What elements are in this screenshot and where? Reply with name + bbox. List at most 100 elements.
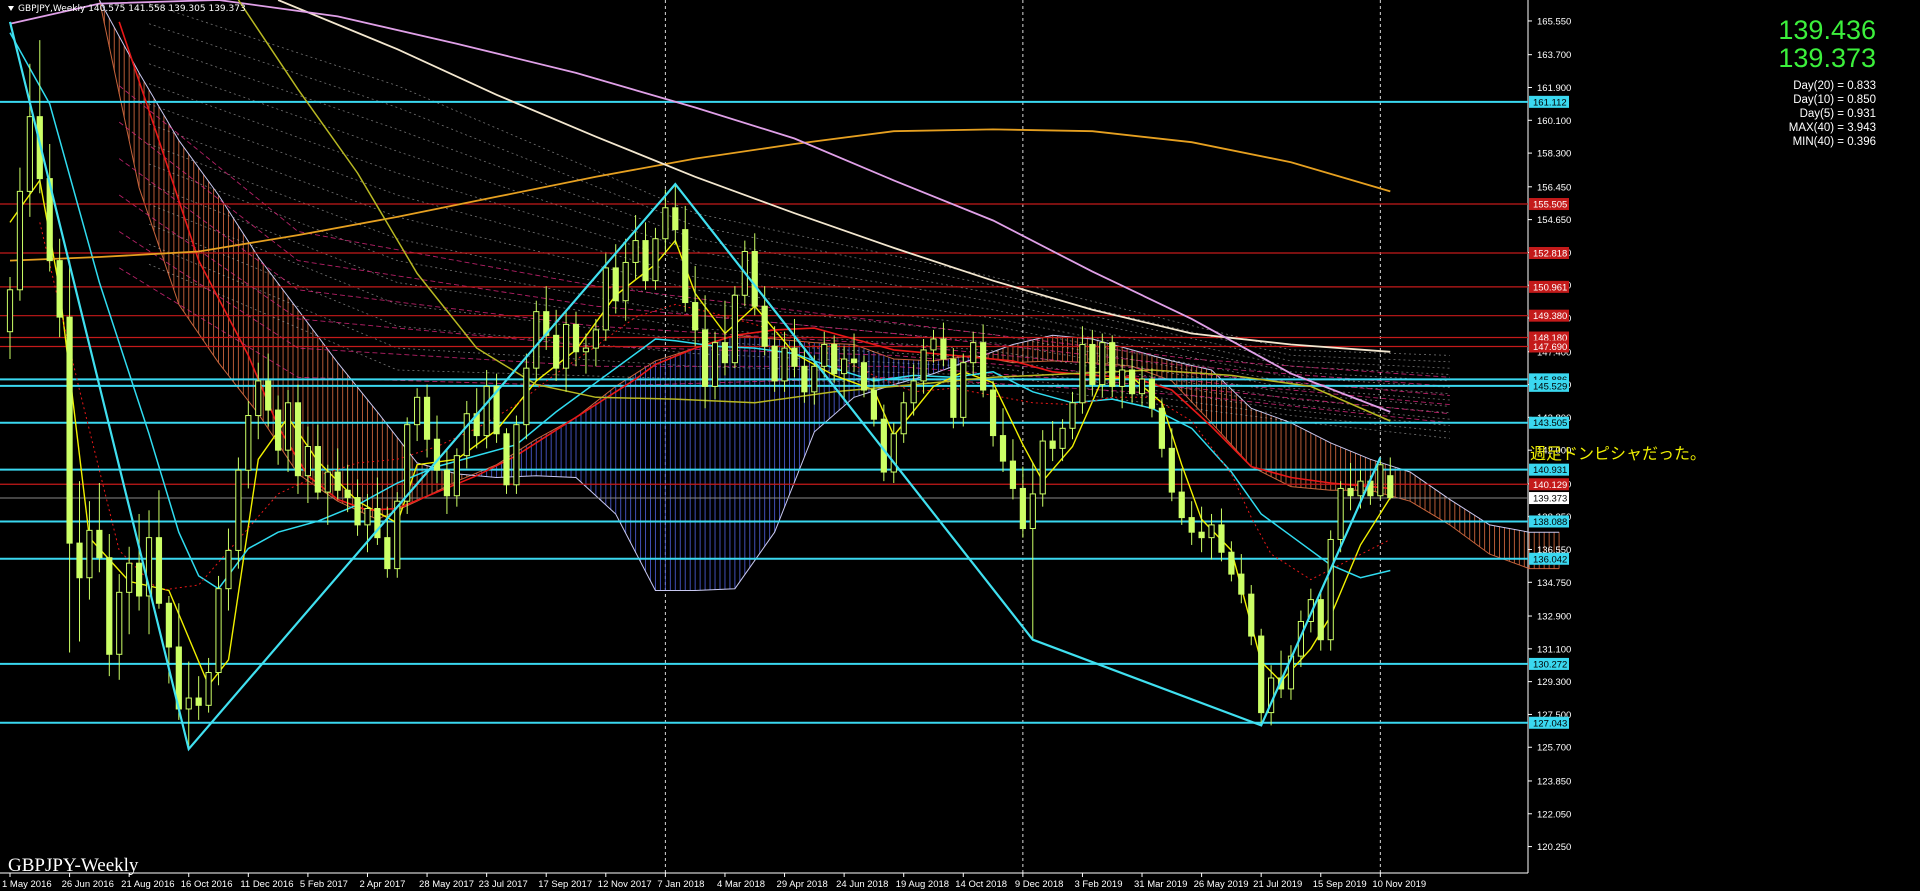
candle-body-down bbox=[1188, 517, 1195, 533]
candle-body-down bbox=[265, 380, 272, 411]
candle-body-down bbox=[314, 446, 321, 493]
indicator-ma-white bbox=[277, 0, 1391, 353]
candle bbox=[275, 395, 282, 465]
candle-body-down bbox=[860, 362, 868, 391]
candle bbox=[225, 528, 232, 611]
y-tick-label: 158.300 bbox=[1537, 149, 1571, 160]
candle-body-down bbox=[155, 537, 163, 604]
candle-body-up bbox=[1138, 378, 1146, 395]
y-tick-label: 125.700 bbox=[1537, 743, 1571, 754]
candle-body-up bbox=[562, 323, 570, 369]
candle-body-up bbox=[622, 261, 629, 302]
candle-body-down bbox=[870, 389, 878, 420]
price-level-label: 130.272 bbox=[1533, 659, 1567, 670]
candle-body-up bbox=[731, 294, 738, 364]
envelope-line bbox=[148, 83, 1450, 382]
candle-body-up bbox=[652, 238, 659, 282]
candle bbox=[16, 167, 24, 301]
candle bbox=[960, 353, 967, 427]
x-tick-label: 23 Jul 2017 bbox=[479, 879, 528, 890]
candle bbox=[314, 424, 321, 500]
x-tick-label: 7 Jan 2018 bbox=[657, 879, 704, 890]
candle-body-down bbox=[612, 267, 619, 302]
candle bbox=[66, 260, 73, 653]
candle bbox=[304, 426, 311, 504]
candle-body-down bbox=[1009, 460, 1017, 489]
price-level-label: 147.690 bbox=[1533, 342, 1567, 353]
candle bbox=[1327, 530, 1334, 651]
candle-body-up bbox=[930, 338, 937, 351]
candle-body-down bbox=[96, 529, 103, 559]
candle-body-down bbox=[275, 409, 282, 451]
candle bbox=[1138, 366, 1146, 407]
x-tick-label: 11 Dec 2016 bbox=[240, 879, 293, 890]
candle-body-up bbox=[116, 591, 123, 655]
candle-body-up bbox=[910, 380, 917, 404]
candle bbox=[1059, 419, 1066, 462]
candle-body-down bbox=[1317, 599, 1324, 641]
candle-body-up bbox=[185, 697, 192, 710]
candle-body-up bbox=[900, 402, 907, 435]
candle-body-up bbox=[632, 240, 639, 263]
candle-body-down bbox=[165, 602, 172, 648]
candle-body-up bbox=[255, 380, 262, 417]
candle-body-down bbox=[572, 323, 580, 353]
candle bbox=[265, 353, 272, 427]
ohlc-high: 141.558 bbox=[128, 4, 166, 14]
x-tick-label: 12 Nov 2017 bbox=[598, 879, 652, 890]
candle bbox=[781, 331, 788, 392]
price-level-label: 150.961 bbox=[1533, 282, 1567, 293]
candle bbox=[126, 546, 133, 635]
candle bbox=[185, 661, 192, 750]
price-level-label: 149.380 bbox=[1533, 311, 1567, 322]
candle-body-down bbox=[989, 389, 997, 437]
y-tick-label: 134.750 bbox=[1537, 578, 1571, 589]
candle-body-up bbox=[16, 190, 24, 291]
x-tick-label: 5 Feb 2017 bbox=[300, 879, 348, 890]
candle bbox=[970, 331, 977, 376]
candle-body-down bbox=[1198, 531, 1205, 539]
candle bbox=[543, 286, 550, 350]
y-tick-label: 165.550 bbox=[1537, 16, 1571, 27]
candle-body-up bbox=[582, 347, 590, 353]
candle bbox=[999, 408, 1007, 473]
x-tick-label: 21 Jul 2019 bbox=[1253, 879, 1302, 890]
candle-body-down bbox=[106, 557, 113, 655]
price-display: 139.436 139.373 bbox=[1778, 16, 1876, 72]
stat-min40: MIN(40) = 0.396 bbox=[1792, 136, 1876, 148]
price-level-label: 139.373 bbox=[1533, 494, 1567, 505]
candle bbox=[751, 233, 758, 316]
candle-body-up bbox=[235, 469, 242, 551]
candle bbox=[642, 222, 649, 290]
stat-day10: Day(10) = 0.850 bbox=[1793, 94, 1876, 106]
candle-body-down bbox=[1158, 407, 1165, 449]
chart-window: 165.550 163.700 161.900 160.100 158.300 156.4… bbox=[0, 0, 1920, 891]
candle-body-down bbox=[1248, 593, 1255, 637]
candle-body-down bbox=[1228, 551, 1235, 575]
candle-body-up bbox=[781, 347, 788, 382]
candle-body-down bbox=[751, 251, 758, 307]
candle-body-up bbox=[533, 311, 540, 369]
candle-body-up bbox=[1208, 524, 1215, 539]
candle-body-down bbox=[76, 542, 83, 579]
candle bbox=[930, 329, 937, 363]
x-tick-label: 19 Aug 2018 bbox=[896, 879, 949, 890]
candle-body-down bbox=[1148, 378, 1156, 409]
candle-body-up bbox=[1069, 402, 1076, 429]
stat-day20: Day(20) = 0.833 bbox=[1793, 80, 1876, 92]
candle-body-up bbox=[304, 446, 311, 477]
candle bbox=[414, 388, 421, 442]
candle bbox=[523, 353, 530, 440]
candle-body-down bbox=[1049, 440, 1056, 449]
candle bbox=[433, 415, 441, 483]
dropdown-triangle-icon[interactable] bbox=[8, 6, 14, 11]
candle-body-down bbox=[1238, 573, 1245, 595]
candle-body-up bbox=[6, 289, 14, 333]
candle-body-down bbox=[1109, 342, 1116, 387]
candle bbox=[1188, 501, 1195, 545]
x-tick-label: 21 Aug 2016 bbox=[121, 879, 174, 890]
y-tick-label: 156.450 bbox=[1537, 182, 1571, 193]
candle bbox=[106, 534, 113, 677]
candle-body-down bbox=[354, 497, 361, 526]
ask-price: 139.373 bbox=[1778, 43, 1876, 73]
